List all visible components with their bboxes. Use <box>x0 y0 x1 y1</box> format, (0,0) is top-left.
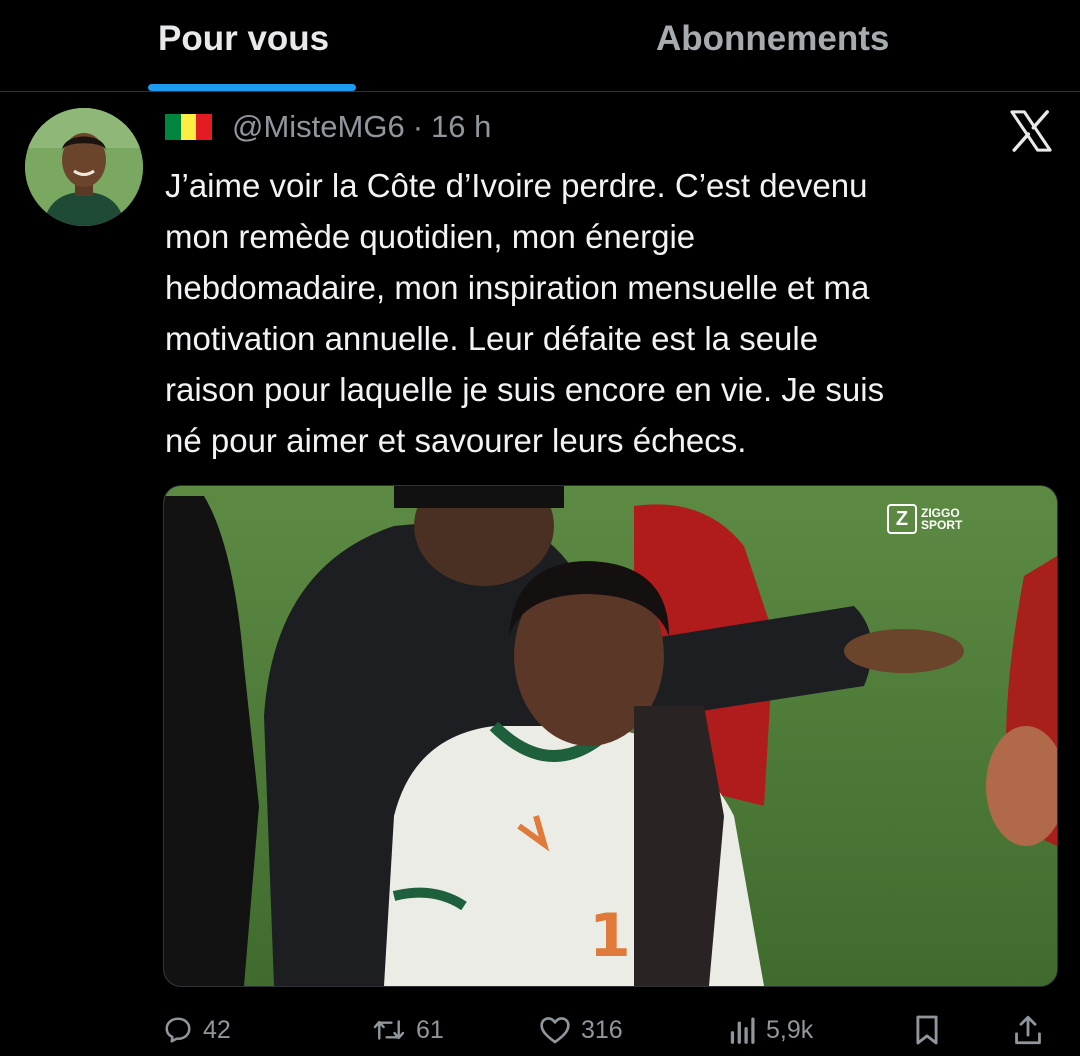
tabs-divider <box>0 91 1080 92</box>
ziggo-sport-watermark: Z ZIGGO SPORT <box>887 504 975 534</box>
repost-icon <box>373 1020 405 1040</box>
timeline-tabs: Pour vous Abonnements <box>0 0 1080 92</box>
watermark-logo: Z <box>887 504 917 534</box>
views-icon <box>730 1017 755 1044</box>
tweet-time[interactable]: 16 h <box>431 109 491 145</box>
meta-separator: · <box>412 109 424 144</box>
avatar[interactable] <box>25 108 143 226</box>
tweet-text-line: mon remède quotidien, mon énergie <box>165 218 696 255</box>
bookmark-button[interactable] <box>914 1010 950 1050</box>
reply-icon <box>165 1017 191 1043</box>
tweet-text: J’aime voir la Côte d’Ivoire perdre. C’e… <box>165 160 1045 466</box>
tab-for-you[interactable]: Pour vous <box>158 14 329 64</box>
tab-following[interactable]: Abonnements <box>656 14 889 64</box>
tweet-text-line: raison pour laquelle je suis encore en v… <box>165 371 885 408</box>
active-tab-indicator <box>148 84 356 91</box>
share-button[interactable] <box>1014 1010 1052 1050</box>
tweet-meta: @MisteMG6 · 16 h <box>165 104 491 150</box>
avatar-image <box>25 108 143 226</box>
views-button[interactable]: 5,9k <box>728 1010 813 1050</box>
author-handle[interactable]: @MisteMG6 <box>232 109 405 145</box>
photo-illustration: 1 <box>164 486 1057 986</box>
repost-button[interactable]: 61 <box>372 1010 444 1050</box>
bookmark-icon <box>916 1015 938 1045</box>
jersey-number: 1 <box>589 901 631 971</box>
watermark-text: ZIGGO SPORT <box>921 506 963 532</box>
senegal-flag-icon <box>165 114 213 140</box>
x-logo-icon <box>1010 110 1052 152</box>
share-icon <box>1015 1015 1041 1045</box>
tweet-text-line: né pour aimer et savourer leurs échecs. <box>165 422 747 459</box>
tweet-text-line: J’aime voir la Côte d’Ivoire perdre. C’e… <box>165 167 868 204</box>
tweet-text-line: motivation annuelle. Leur défaite est la… <box>165 320 819 357</box>
like-button[interactable]: 316 <box>539 1010 623 1050</box>
repost-count: 61 <box>416 1015 444 1044</box>
tweet-media-photo[interactable]: 1 Z ZIGGO SPORT <box>163 485 1058 987</box>
tweet-text-line: hebdomadaire, mon inspiration mensuelle … <box>165 269 870 306</box>
tweet-actions: 42 61 316 5,9k <box>0 1000 1080 1056</box>
reply-button[interactable]: 42 <box>163 1010 231 1050</box>
heart-icon <box>540 1017 570 1044</box>
like-count: 316 <box>581 1015 623 1044</box>
views-count: 5,9k <box>766 1015 814 1044</box>
reply-count: 42 <box>203 1015 231 1044</box>
